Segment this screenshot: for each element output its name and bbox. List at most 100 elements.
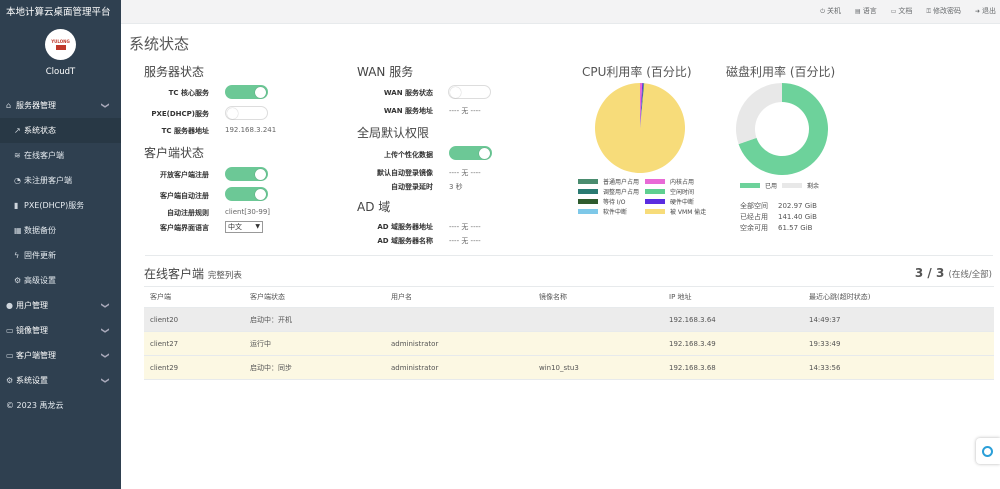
table-cell: 启动中：同步	[244, 355, 385, 380]
sign-out-icon: ➜	[974, 8, 980, 15]
profile-name[interactable]: CloudT	[0, 67, 121, 77]
home-icon: ⌂	[6, 101, 12, 110]
ad-name-value: ---- 无 ----	[449, 237, 481, 245]
table-row[interactable]: client27 运行中 administrator 192.168.3.49 19:3…	[144, 331, 994, 356]
top-link-4[interactable]: ➜ 退出	[975, 7, 996, 15]
sidebar-item-label: PXE(DHCP)服务	[24, 201, 85, 210]
disk-stat-total: 全部空间 202.97 GiB	[740, 201, 817, 212]
disk-free-swatch	[782, 182, 802, 188]
signal-icon: ▮	[14, 201, 19, 210]
column-header[interactable]: 用户名	[385, 286, 533, 308]
sidebar-item-label: 用户管理	[16, 301, 48, 310]
disk-stat-used: 已经占用 141.40 GiB	[740, 212, 817, 223]
cpu-legend: 普通用户占用 内核占用 调整用户占用 空闲时间 等待 I/O 硬件中断 软件中断 被 VMM …	[578, 176, 712, 216]
sidebar-item-8[interactable]: ● 用户管理 ❯	[0, 293, 121, 318]
table-row[interactable]: client20 启动中：开机 192.168.3.64 14:49:37	[144, 307, 994, 332]
auto-registration-toggle[interactable]	[225, 187, 268, 201]
sidebar-item-10[interactable]: ▭ 客户端管理 ❯	[0, 343, 121, 368]
online-clients-title: 在线客户端 完整列表	[144, 265, 242, 282]
disk-stat-free: 空余可用 61.57 GiB	[740, 223, 817, 234]
sidebar-item-2[interactable]: ≋ 在线客户端	[0, 143, 121, 168]
login-delay-value: 3 秒	[449, 183, 463, 191]
chevron-down-icon: ❯	[101, 327, 111, 334]
legend-swatch	[578, 178, 598, 184]
disk-donut-chart	[736, 83, 828, 175]
sidebar-item-label: 固件更新	[24, 251, 56, 260]
brand-title: 本地计算云桌面管理平台	[0, 0, 121, 25]
table-header-row: 客户端 客户端状态 用户名 镜像名称 IP 地址 最近心跳(超时状态)	[144, 286, 994, 308]
chevron-down-icon: ❯	[101, 102, 111, 109]
top-link-0[interactable]: ⏻ 关机	[820, 7, 841, 15]
column-header[interactable]: 镜像名称	[533, 286, 663, 308]
table-cell: 192.168.3.64	[663, 307, 803, 332]
wan-status-toggle[interactable]	[448, 85, 491, 99]
upload-data-toggle[interactable]	[449, 146, 492, 160]
sidebar-item-0[interactable]: ⌂ 服务器管理 ❯	[0, 93, 121, 118]
sidebar-item-1[interactable]: ↗ 系统状态	[0, 118, 121, 143]
disk-free-slice[interactable]	[736, 83, 782, 145]
top-link-label: 语言	[862, 7, 877, 15]
legend-item: 内核占用	[645, 176, 712, 186]
pxe-service-label: PXE(DHCP)服务	[151, 110, 209, 118]
table-row[interactable]: client29 启动中：同步 administrator win10_stu3 192…	[144, 355, 994, 380]
sidebar-item-7[interactable]: ⚙ 高级设置	[0, 268, 121, 293]
legend-item: 普通用户占用	[578, 176, 645, 186]
online-clients-heading: 在线客户端	[144, 267, 205, 281]
top-link-label: 关机	[827, 7, 842, 15]
sidebar-item-label: 高级设置	[24, 276, 56, 285]
sidebar-item-11[interactable]: ⚙ 系统设置 ❯	[0, 368, 121, 393]
floating-help-button[interactable]	[976, 438, 1000, 464]
legend-swatch	[645, 198, 665, 204]
top-navbar: ⏻ 关机 ▤ 语言 ▭ 文档 ⚿ 修改密码 ➜ 退出	[121, 0, 1000, 24]
auto-registration-label: 客户端自动注册	[160, 192, 209, 200]
cog-icon: ⚙	[6, 376, 14, 385]
pxe-service-toggle[interactable]	[225, 106, 268, 120]
disk-stats: 全部空间 202.97 GiB 已经占用 141.40 GiB 空余可用 61.57 …	[740, 201, 817, 234]
legend-row: 调整用户占用 空闲时间	[578, 186, 712, 196]
tc-address-value: 192.168.3.241	[225, 126, 277, 134]
legend-item: 被 VMM 偷走	[645, 206, 712, 216]
sidebar-item-6[interactable]: ϟ 固件更新	[0, 243, 121, 268]
logo-mark	[55, 45, 66, 50]
column-header[interactable]: 客户端	[144, 286, 244, 308]
top-link-3[interactable]: ⚿ 修改密码	[926, 7, 961, 15]
disk-stat-label: 已经占用	[740, 213, 768, 221]
column-header[interactable]: 客户端状态	[244, 286, 385, 308]
top-link-2[interactable]: ▭ 文档	[891, 7, 913, 15]
disk-stat-value: 202.97 GiB	[778, 202, 817, 210]
lock-icon: ⚿	[926, 8, 931, 15]
page-title: 系统状态	[129, 35, 190, 53]
column-header[interactable]: IP 地址	[663, 286, 803, 308]
registration-rule-value: client[30-99]	[225, 208, 271, 216]
legend-item: 软件中断	[578, 206, 645, 216]
legend-item: 调整用户占用	[578, 186, 645, 196]
disk-free-label: 剩余	[807, 182, 820, 190]
hdd-icon: ▭	[6, 326, 14, 335]
sidebar-item-label: 系统设置	[16, 376, 48, 385]
online-count-suffix: (在线/全部)	[948, 270, 993, 280]
sidebar-item-label: 系统状态	[24, 126, 56, 135]
table-cell: client27	[144, 331, 244, 356]
top-link-1[interactable]: ▤ 语言	[855, 7, 877, 15]
tc-address-label: TC 服务器地址	[161, 127, 209, 135]
legend-label: 被 VMM 偷走	[670, 208, 707, 216]
legend-label: 空闲时间	[670, 188, 695, 196]
default-login-image-value: ---- 无 ----	[449, 169, 481, 177]
table-cell	[533, 331, 663, 356]
legend-row: 普通用户占用 内核占用	[578, 176, 712, 186]
sidebar-item-label: 数据备份	[24, 226, 56, 235]
sidebar-item-9[interactable]: ▭ 镜像管理 ❯	[0, 318, 121, 343]
column-header[interactable]: 最近心跳(超时状态)	[803, 286, 994, 308]
open-registration-toggle[interactable]	[225, 167, 268, 181]
open-registration-label: 开放客户端注册	[160, 171, 209, 179]
sidebar: 本地计算云桌面管理平台 YULONG CloudT ⌂ 服务器管理 ❯ ↗ 系统状态 ≋ 在…	[0, 0, 121, 489]
sidebar-item-label: 在线客户端	[24, 151, 64, 160]
sidebar-item-5[interactable]: ▦ 数据备份	[0, 218, 121, 243]
sidebar-item-3[interactable]: ◔ 未注册客户端	[0, 168, 121, 193]
table-cell: 14:49:37	[803, 307, 994, 332]
sidebar-item-label: 客户端管理	[16, 351, 56, 360]
client-language-select[interactable]: 中文 ▼	[225, 221, 263, 233]
sidebar-item-4[interactable]: ▮ PXE(DHCP)服务	[0, 193, 121, 218]
tc-service-toggle[interactable]	[225, 85, 268, 99]
disk-legend: 已用 剩余	[740, 180, 824, 190]
